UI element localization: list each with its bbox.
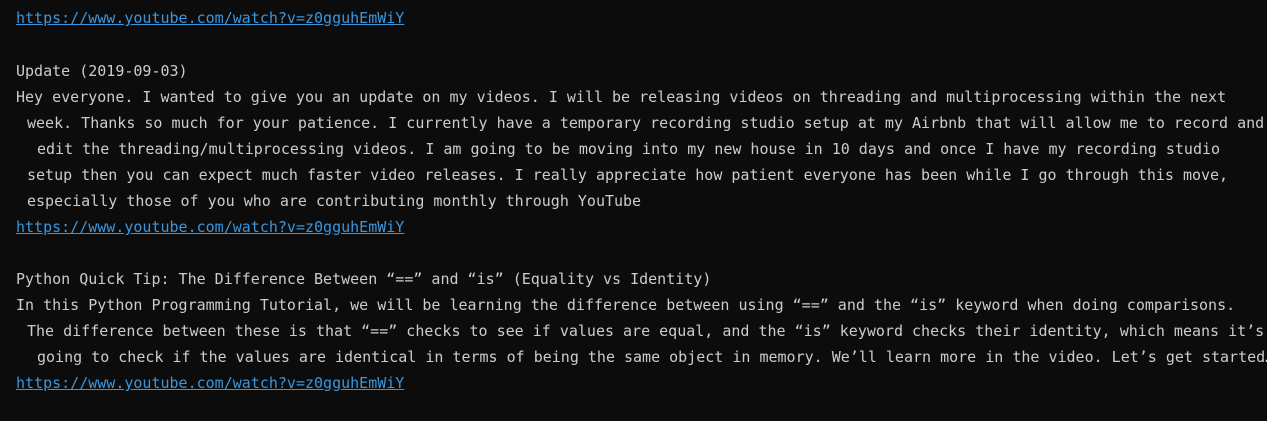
video-description-line: Hey everyone. I wanted to give you an up… — [16, 88, 1227, 106]
video-description-line: In this Python Programming Tutorial, we … — [16, 296, 1236, 314]
video-description-line: especially those of you who are contribu… — [27, 192, 642, 210]
video-description-line: The difference between these is that “==… — [27, 322, 1265, 340]
video-description-line: week. Thanks so much for your patience. … — [27, 114, 1265, 132]
video-description-line: setup then you can expect much faster vi… — [27, 166, 1229, 184]
video-description-line: edit the threading/multiprocessing video… — [37, 140, 1221, 158]
video-title: Python Quick Tip: The Difference Between… — [16, 270, 712, 288]
video-link[interactable]: https://www.youtube.com/watch?v=z0gguhEm… — [16, 214, 404, 240]
terminal-output: https://www.youtube.com/watch?v=z0gguhEm… — [0, 0, 1267, 421]
video-title: Update (2019-09-03) — [16, 62, 188, 80]
video-link[interactable]: https://www.youtube.com/watch?v=z0gguhEm… — [16, 370, 404, 396]
video-link[interactable]: https://www.youtube.com/watch?v=z0gguhEm… — [16, 5, 404, 31]
video-description-line: going to check if the values are identic… — [37, 348, 1267, 366]
